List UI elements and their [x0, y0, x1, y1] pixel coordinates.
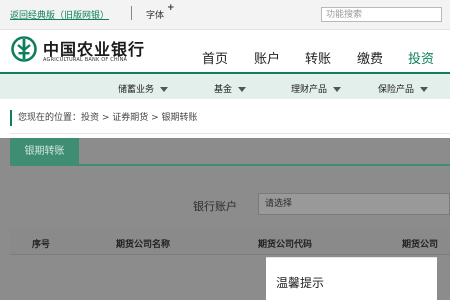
column-header-company-code: 期货公司代码 — [258, 240, 313, 250]
subnav-savings-label: 储蓄业务 — [118, 85, 155, 95]
subnav-savings[interactable]: 储蓄业务 — [118, 82, 169, 95]
subnav-insurance[interactable]: 保险产品 — [378, 82, 429, 95]
bank-account-select[interactable]: 请选择 — [258, 193, 450, 215]
tip-dialog: 温馨提示 — [266, 257, 437, 300]
chevron-down-icon — [420, 87, 429, 92]
brand-name-en: AGRICULTURAL BANK OF CHINA — [43, 57, 128, 63]
subnav-wealth[interactable]: 理财产品 — [291, 82, 342, 95]
abc-logo-icon[interactable] — [11, 36, 37, 62]
font-increase-icon[interactable]: + — [167, 3, 175, 13]
nav-home[interactable]: 首页 — [202, 48, 228, 67]
top-utility-bar: 返回经典版（旧版网银） 字体 + — [0, 0, 450, 30]
subnav-insurance-label: 保险产品 — [378, 85, 415, 95]
table-header: 序号 期货公司名称 期货公司代码 期货公司 — [10, 229, 450, 255]
nav-invest[interactable]: 投资 — [408, 48, 434, 67]
subnav-fund-label: 基金 — [214, 85, 233, 95]
tab-underline — [10, 164, 450, 166]
sub-nav-bar: 储蓄业务 基金 理财产品 保险产品 — [0, 72, 450, 99]
subnav-fund[interactable]: 基金 — [214, 82, 247, 95]
column-header-company: 期货公司 — [402, 240, 439, 250]
breadcrumb: 您现在的位置：投资 > 证券期货 > 银期转账 — [10, 110, 198, 126]
nav-transfer[interactable]: 转账 — [305, 48, 331, 67]
function-search-input[interactable] — [321, 7, 442, 22]
nav-payment[interactable]: 缴费 — [357, 48, 383, 67]
chevron-down-icon — [238, 87, 247, 92]
column-header-index: 序号 — [32, 240, 51, 250]
chevron-down-icon — [160, 87, 169, 92]
column-header-company-name: 期货公司名称 — [116, 240, 171, 250]
classic-version-link[interactable]: 返回经典版（旧版网银） — [10, 8, 109, 21]
chevron-down-icon — [333, 87, 342, 92]
divider — [10, 133, 450, 134]
bank-account-label: 银行账户 — [193, 200, 237, 213]
tab-bank-futures-transfer[interactable]: 银期转账 — [10, 138, 79, 165]
top-divider — [131, 6, 132, 20]
subnav-wealth-label: 理财产品 — [291, 85, 328, 95]
site-header: 中国农业银行 AGRICULTURAL BANK OF CHINA 首页 账户 … — [0, 30, 450, 72]
nav-account[interactable]: 账户 — [254, 48, 280, 67]
dialog-title: 温馨提示 — [276, 276, 325, 290]
font-size-label[interactable]: 字体 — [146, 8, 164, 21]
